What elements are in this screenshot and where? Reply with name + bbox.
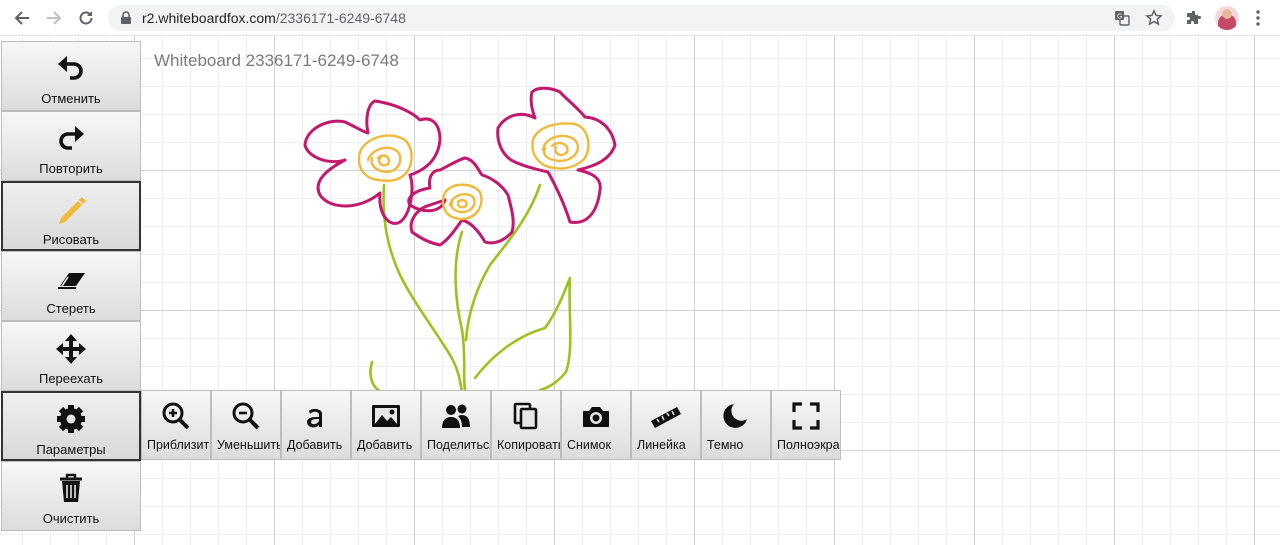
ruler-label: Линейка xyxy=(637,438,686,452)
image-icon xyxy=(372,405,400,427)
move-button[interactable]: Переехать xyxy=(1,321,141,391)
add-image-label: Добавить xyxy=(357,438,413,452)
back-icon[interactable] xyxy=(12,8,32,28)
extensions-icon[interactable] xyxy=(1185,9,1203,27)
draw-label: Рисовать xyxy=(42,232,100,247)
text-icon xyxy=(307,408,322,428)
fullscreen-button[interactable]: Полноэкран xyxy=(771,390,841,460)
flower-drawing xyxy=(303,86,617,394)
moon-icon xyxy=(723,404,747,428)
flower-centers xyxy=(357,122,590,221)
svg-text:G: G xyxy=(1117,14,1122,21)
snapshot-label: Снимок xyxy=(567,438,611,452)
address-bar[interactable]: r2.whiteboardfox.com/2336171-6249-6748 G xyxy=(108,5,1175,31)
reload-icon[interactable] xyxy=(76,8,96,28)
profile-avatar[interactable] xyxy=(1215,6,1239,30)
ruler-icon xyxy=(651,407,681,428)
zoom-out-label: Уменьшить xyxy=(217,438,281,452)
settings-button[interactable]: Параметры xyxy=(1,391,141,461)
ruler-button[interactable]: Линейка xyxy=(631,390,701,460)
zoom-in-label: Приблизить xyxy=(147,438,211,452)
dark-mode-label: Темно xyxy=(707,438,744,452)
erase-button[interactable]: Стереть xyxy=(1,251,141,321)
menu-icon[interactable] xyxy=(1251,9,1265,27)
zoom-out-button[interactable]: Уменьшить xyxy=(211,390,281,460)
redo-button[interactable]: Повторить xyxy=(1,111,141,181)
url-path: /2336171-6249-6748 xyxy=(275,10,406,26)
redo-label: Повторить xyxy=(39,161,103,176)
add-text-label: Добавить xyxy=(287,438,343,452)
eraser-icon xyxy=(58,273,85,289)
fullscreen-label: Полноэкран xyxy=(777,438,841,452)
dark-mode-button[interactable]: Темно xyxy=(701,390,771,460)
fullscreen-icon xyxy=(792,402,820,430)
forward-icon[interactable] xyxy=(44,8,64,28)
share-icon xyxy=(442,404,470,428)
undo-button[interactable]: Отменить xyxy=(1,41,141,111)
browser-toolbar: r2.whiteboardfox.com/2336171-6249-6748 G xyxy=(0,0,1280,36)
gear-icon xyxy=(57,405,85,433)
copy-label: Копировать xyxy=(497,438,561,452)
share-button[interactable]: Поделиться xyxy=(421,390,491,460)
star-icon[interactable] xyxy=(1145,9,1163,27)
add-image-button[interactable]: Добавить xyxy=(351,390,421,460)
zoom-in-icon xyxy=(162,402,190,430)
url-host: r2.whiteboardfox.com xyxy=(142,10,276,26)
clear-button[interactable]: Очистить xyxy=(1,461,141,531)
pencil-icon xyxy=(59,197,86,224)
draw-button[interactable]: Рисовать xyxy=(1,181,141,251)
url-text: r2.whiteboardfox.com/2336171-6249-6748 xyxy=(142,10,406,26)
erase-label: Стереть xyxy=(46,301,96,316)
clear-label: Очистить xyxy=(42,511,100,526)
move-label: Переехать xyxy=(38,371,103,386)
add-text-button[interactable]: Добавить xyxy=(281,390,351,460)
translate-icon[interactable]: G xyxy=(1114,10,1130,26)
zoom-out-icon xyxy=(232,402,260,430)
snapshot-button[interactable]: Снимок xyxy=(561,390,631,460)
camera-icon xyxy=(583,407,609,427)
settings-label: Параметры xyxy=(36,442,106,457)
copy-button[interactable]: Копировать xyxy=(491,390,561,460)
copy-icon xyxy=(513,402,538,430)
undo-icon xyxy=(58,56,83,80)
undo-label: Отменить xyxy=(41,91,101,106)
lock-icon xyxy=(121,11,131,24)
share-label: Поделиться xyxy=(427,438,491,452)
zoom-in-button[interactable]: Приблизить xyxy=(141,390,211,460)
redo-icon xyxy=(59,126,84,150)
trash-icon xyxy=(60,473,82,502)
move-icon xyxy=(56,334,86,364)
